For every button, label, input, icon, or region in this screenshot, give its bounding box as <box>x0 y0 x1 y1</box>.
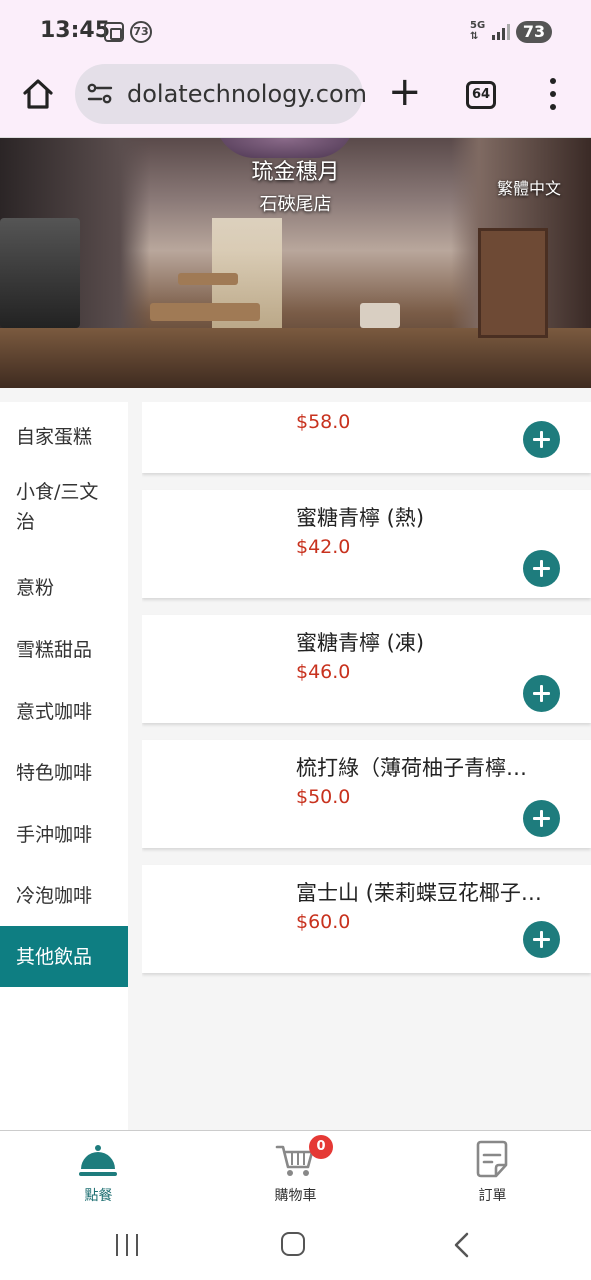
product-name: 梳打綠（薄荷柚子青檸… <box>296 756 527 780</box>
battery-indicator: 73 <box>516 21 552 43</box>
product-list: $58.0 蜜糖青檸 (熱) $42.0 蜜糖青檸 (凍) $46.0 梳打綠（… <box>142 402 591 1130</box>
nav-order[interactable]: 點餐 <box>0 1131 197 1211</box>
new-tab-icon[interactable]: + <box>388 72 422 112</box>
nav-cart[interactable]: 0 購物車 <box>197 1131 394 1211</box>
tab-switcher-button[interactable]: 64 <box>466 81 496 109</box>
add-to-cart-button[interactable] <box>523 550 560 587</box>
nav-orders[interactable]: 訂單 <box>394 1131 591 1211</box>
status-time: 13:45 <box>40 18 111 43</box>
category-item[interactable]: 雪糕甜品 <box>0 619 128 680</box>
add-to-cart-button[interactable] <box>523 921 560 958</box>
product-price: $46.0 <box>296 661 351 683</box>
product-card[interactable]: $58.0 <box>142 402 591 473</box>
cart-count-badge: 0 <box>309 1135 333 1159</box>
home-icon[interactable] <box>20 76 56 112</box>
category-item[interactable]: 自家蛋糕 <box>0 406 128 467</box>
status-bar: 13:45 73 5G ⇅ 73 <box>0 0 591 62</box>
system-home-icon[interactable] <box>281 1232 305 1256</box>
category-item[interactable]: 意粉 <box>0 557 128 618</box>
category-item[interactable]: 小食/三文治 <box>0 468 128 546</box>
product-card[interactable]: 富士山 (茉莉蝶豆花椰子… $60.0 <box>142 865 591 973</box>
product-price: $50.0 <box>296 786 351 808</box>
category-item-active[interactable]: 其他飲品 <box>0 926 128 987</box>
url-text: dolatechnology.com <box>127 80 368 108</box>
add-to-cart-button[interactable] <box>523 421 560 458</box>
add-to-cart-button[interactable] <box>523 675 560 712</box>
product-name: 蜜糖青檸 (熱) <box>296 506 425 530</box>
address-bar[interactable]: dolatechnology.com <box>75 64 367 124</box>
network-type-label: 5G ⇅ <box>470 20 486 42</box>
screenshot-icon <box>104 22 124 42</box>
category-item[interactable]: 意式咖啡 <box>0 681 128 742</box>
product-price: $42.0 <box>296 536 351 558</box>
orders-icon <box>472 1139 512 1179</box>
category-sidebar: 自家蛋糕 小食/三文治 意粉 雪糕甜品 意式咖啡 特色咖啡 手沖咖啡 冷泡咖啡 … <box>0 402 128 1130</box>
back-icon[interactable] <box>452 1232 472 1258</box>
add-to-cart-button[interactable] <box>523 800 560 837</box>
product-name: 蜜糖青檸 (凍) <box>296 631 425 655</box>
product-card[interactable]: 蜜糖青檸 (凍) $46.0 <box>142 615 591 723</box>
product-name: 富士山 (茉莉蝶豆花椰子… <box>296 881 542 905</box>
coffee-roaster <box>0 218 80 328</box>
shelf <box>478 228 548 338</box>
store-banner: 琉金穗月 石硤尾店 繁體中文 <box>0 138 591 388</box>
site-settings-icon[interactable] <box>87 82 113 106</box>
category-item[interactable]: 手沖咖啡 <box>0 804 128 865</box>
nav-order-label: 點餐 <box>84 1188 113 1204</box>
app-screen: 13:45 73 5G⇅ 73 dolatechnology.com + 64 <box>0 0 591 1280</box>
category-item[interactable]: 特色咖啡 <box>0 742 128 803</box>
bottom-navigation: 點餐 0 購物車 訂單 <box>0 1130 591 1210</box>
signal-icon <box>492 24 510 40</box>
browser-toolbar: dolatechnology.com + 64 <box>0 62 591 138</box>
product-price: $60.0 <box>296 911 351 933</box>
product-card[interactable]: 梳打綠（薄荷柚子青檸… $50.0 <box>142 740 591 848</box>
more-vert-icon[interactable] <box>543 78 563 110</box>
system-navigation-bar <box>0 1210 591 1280</box>
product-card[interactable]: 蜜糖青檸 (熱) $42.0 <box>142 490 591 598</box>
nav-cart-label: 購物車 <box>274 1188 317 1204</box>
category-item[interactable]: 冷泡咖啡 <box>0 865 128 926</box>
cloche-icon <box>78 1139 118 1179</box>
language-switch[interactable]: 繁體中文 <box>497 175 561 199</box>
nav-orders-label: 訂單 <box>478 1188 507 1204</box>
product-price: $58.0 <box>296 411 351 433</box>
recent-apps-icon[interactable] <box>114 1232 140 1258</box>
notification-count-icon: 73 <box>130 21 152 43</box>
